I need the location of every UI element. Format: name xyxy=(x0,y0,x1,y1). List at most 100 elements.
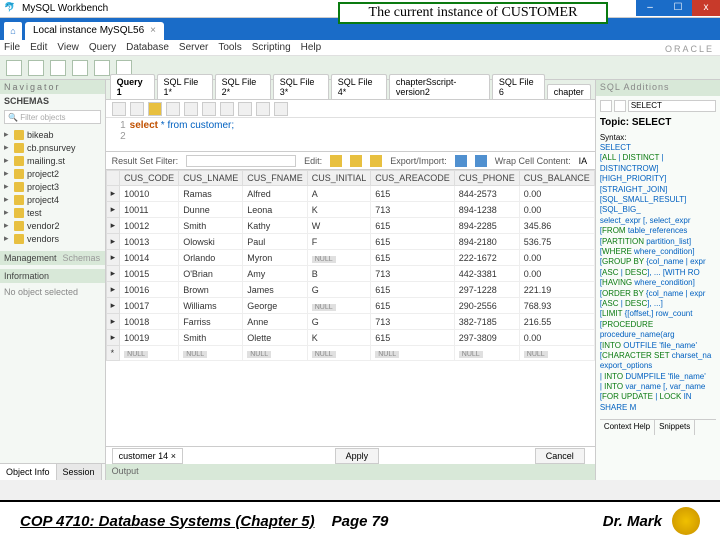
output-panel-header: Output xyxy=(106,464,595,480)
menu-query[interactable]: Query xyxy=(89,42,116,53)
toolbar-icon[interactable] xyxy=(166,102,180,116)
sql-file-tabs: Query 1SQL File 1*SQL File 2*SQL File 3*… xyxy=(106,80,595,100)
menu-bar: File Edit View Query Database Server Too… xyxy=(0,40,720,56)
execute-icon[interactable] xyxy=(148,102,162,116)
menu-database[interactable]: Database xyxy=(126,42,169,53)
schema-item[interactable]: ▸test xyxy=(0,206,105,219)
schema-item[interactable]: ▸project3 xyxy=(0,180,105,193)
table-row[interactable]: ▸10018FarrissAnneG713382-7185216.55 xyxy=(106,314,594,330)
no-object-label: No object selected xyxy=(0,283,105,301)
navigator-header: Navigator xyxy=(0,80,105,94)
menu-view[interactable]: View xyxy=(57,42,79,53)
table-row[interactable]: ▸10015O'BrianAmyB713442-33810.00 xyxy=(106,266,594,282)
import-icon[interactable] xyxy=(475,155,487,167)
close-button[interactable]: x xyxy=(692,0,720,16)
column-header[interactable]: CUS_INITIAL xyxy=(307,171,371,186)
sql-tab[interactable]: chapterSscript-version2 xyxy=(389,74,490,99)
sql-area: Query 1SQL File 1*SQL File 2*SQL File 3*… xyxy=(106,80,595,480)
sql-tab[interactable]: SQL File 2* xyxy=(215,74,271,99)
toolbar-icon[interactable] xyxy=(256,102,270,116)
toolbar-icon[interactable] xyxy=(238,102,252,116)
sql-tab[interactable]: SQL File 3* xyxy=(273,74,329,99)
toolbar-icon[interactable] xyxy=(274,102,288,116)
column-header[interactable]: CUS_BALANCE xyxy=(519,171,594,186)
schema-item[interactable]: ▸bikeab xyxy=(0,128,105,141)
cancel-button[interactable]: Cancel xyxy=(535,448,585,464)
edit-icon[interactable] xyxy=(330,155,342,167)
sql-editor[interactable]: 12 select * from customer; xyxy=(106,118,595,152)
result-grid[interactable]: CUS_CODECUS_LNAMECUS_FNAMECUS_INITIALCUS… xyxy=(106,170,595,446)
toolbar-button[interactable] xyxy=(94,60,110,76)
maximize-button[interactable]: ☐ xyxy=(664,0,692,16)
sql-tab[interactable]: Query 1 xyxy=(110,74,155,99)
help-back-icon[interactable] xyxy=(600,100,612,112)
oracle-brand: ORACLE xyxy=(665,44,714,54)
edit-icon[interactable] xyxy=(350,155,362,167)
schema-item[interactable]: ▸vendor2 xyxy=(0,219,105,232)
menu-edit[interactable]: Edit xyxy=(30,42,47,53)
context-help-tab[interactable]: Context Help xyxy=(600,420,655,434)
table-row[interactable]: ▸10013OlowskiPaulF615894-2180536.75 xyxy=(106,234,594,250)
result-filter-input[interactable] xyxy=(186,155,296,167)
table-row[interactable]: ▸10016BrownJamesG615297-1228221.19 xyxy=(106,282,594,298)
table-row[interactable]: ▸10012SmithKathyW615894-2285345.86 xyxy=(106,218,594,234)
app-title: MySQL Workbench xyxy=(22,3,108,14)
schema-item[interactable]: ▸vendors xyxy=(0,232,105,245)
menu-help[interactable]: Help xyxy=(301,42,322,53)
snippets-tab[interactable]: Snippets xyxy=(655,420,695,434)
help-body: [ALL | DISTINCT | DISTINCTROW][HIGH_PRIO… xyxy=(600,153,716,413)
toolbar-button[interactable] xyxy=(50,60,66,76)
schema-filter[interactable]: 🔍 Filter objects xyxy=(4,110,101,124)
connection-tab[interactable]: Local instance MySQL56× xyxy=(25,22,164,40)
sql-tab[interactable]: SQL File 4* xyxy=(331,74,387,99)
column-header[interactable]: CUS_AREACODE xyxy=(371,171,455,186)
column-header[interactable]: CUS_PHONE xyxy=(454,171,519,186)
export-icon[interactable] xyxy=(455,155,467,167)
menu-file[interactable]: File xyxy=(4,42,20,53)
toolbar-icon[interactable] xyxy=(130,102,144,116)
table-row[interactable]: ▸10011DunneLeonaK713894-12380.00 xyxy=(106,202,594,218)
home-tab[interactable]: ⌂ xyxy=(4,22,22,40)
column-header[interactable]: CUS_FNAME xyxy=(243,171,308,186)
toolbar-icon[interactable] xyxy=(112,102,126,116)
menu-tools[interactable]: Tools xyxy=(218,42,241,53)
table-row[interactable]: ▸10017WilliamsGeorgeNULL615290-2556768.9… xyxy=(106,298,594,314)
management-header[interactable]: ManagementSchemas xyxy=(0,251,105,265)
menu-scripting[interactable]: Scripting xyxy=(252,42,291,53)
sql-editor-toolbar xyxy=(106,100,595,118)
toolbar-button[interactable] xyxy=(6,60,22,76)
sql-tab[interactable]: chapter xyxy=(547,84,591,99)
column-header[interactable]: CUS_CODE xyxy=(120,171,179,186)
toolbar-button[interactable] xyxy=(72,60,88,76)
close-icon[interactable]: × xyxy=(171,451,176,461)
result-tab[interactable]: customer 14 × xyxy=(112,448,183,464)
schema-item[interactable]: ▸project4 xyxy=(0,193,105,206)
toolbar-icon[interactable] xyxy=(220,102,234,116)
result-toolbar: Result Set Filter: Edit: Export/Import: … xyxy=(106,152,595,170)
schema-item[interactable]: ▸project2 xyxy=(0,167,105,180)
object-info-tab[interactable]: Object Info xyxy=(0,464,57,480)
schema-item[interactable]: ▸mailing.st xyxy=(0,154,105,167)
minimize-button[interactable]: – xyxy=(636,0,664,16)
help-forward-icon[interactable] xyxy=(614,100,626,112)
session-tab[interactable]: Session xyxy=(57,464,102,480)
apply-button[interactable]: Apply xyxy=(335,448,380,464)
table-row[interactable]: ▸10010RamasAlfredA615844-25730.00 xyxy=(106,186,594,202)
edit-icon[interactable] xyxy=(370,155,382,167)
menu-server[interactable]: Server xyxy=(179,42,208,53)
sql-tab[interactable]: SQL File 1* xyxy=(157,74,213,99)
navigator-panel: Navigator SCHEMAS 🔍 Filter objects ▸bike… xyxy=(0,80,106,480)
table-row[interactable]: ▸10014OrlandoMyronNULL615222-16720.00 xyxy=(106,250,594,266)
help-topic: Topic: SELECT xyxy=(600,116,716,129)
toolbar-icon[interactable] xyxy=(202,102,216,116)
information-header: Information xyxy=(0,269,105,283)
syntax-select: SELECT xyxy=(600,143,716,153)
schema-item[interactable]: ▸cb.pnsurvey xyxy=(0,141,105,154)
help-select[interactable]: SELECT xyxy=(628,100,716,112)
table-row[interactable]: ▸10019SmithOletteK615297-38090.00 xyxy=(106,330,594,346)
sql-tab[interactable]: SQL File 6 xyxy=(492,74,545,99)
toolbar-icon[interactable] xyxy=(184,102,198,116)
toolbar-button[interactable] xyxy=(28,60,44,76)
close-tab-icon[interactable]: × xyxy=(150,25,156,36)
column-header[interactable]: CUS_LNAME xyxy=(179,171,243,186)
